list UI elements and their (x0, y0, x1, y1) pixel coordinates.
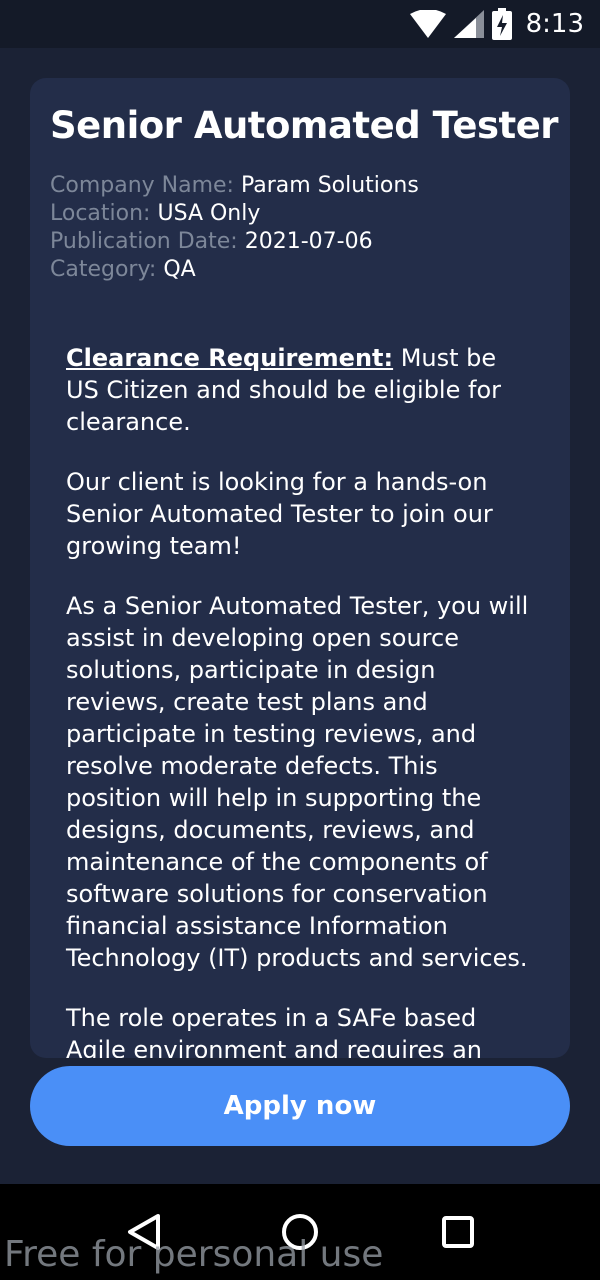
job-meta: Company Name: Param Solutions Location: … (50, 172, 419, 284)
wifi-icon (409, 10, 446, 38)
location-row: Location: USA Only (50, 200, 419, 228)
signal-icon (453, 10, 484, 38)
category-row: Category: QA (50, 256, 419, 284)
date-label: Publication Date: (50, 229, 238, 254)
battery-charging-icon (491, 8, 512, 40)
apply-now-button[interactable]: Apply now (30, 1066, 570, 1146)
location-label: Location: (50, 201, 151, 226)
company-value: Param Solutions (240, 173, 419, 198)
status-time: 8:13 (525, 9, 584, 39)
category-label: Category: (50, 257, 157, 282)
job-description: Clearance Requirement: Must be US Citize… (66, 342, 536, 1058)
location-value: USA Only (157, 201, 261, 226)
category-value: QA (163, 257, 196, 282)
role-paragraph: As a Senior Automated Tester, you will a… (66, 592, 529, 972)
company-row: Company Name: Param Solutions (50, 172, 419, 200)
clearance-paragraph: Clearance Requirement: Must be US Citize… (66, 342, 536, 438)
agile-paragraph: The role operates in a SAFe based Agile … (66, 1004, 483, 1058)
job-title: Senior Automated Tester (50, 104, 559, 147)
status-icons: 8:13 (409, 8, 584, 40)
company-label: Company Name: (50, 173, 234, 198)
job-card[interactable]: Senior Automated Tester Company Name: Pa… (30, 78, 570, 1058)
status-bar: 8:13 (0, 0, 600, 48)
intro-paragraph: Our client is looking for a hands-on Sen… (66, 468, 493, 560)
date-row: Publication Date: 2021-07-06 (50, 228, 419, 256)
clearance-label: Clearance Requirement: (66, 344, 394, 372)
watermark: Free for personal use (4, 1234, 384, 1275)
recents-icon[interactable] (436, 1210, 480, 1254)
date-value: 2021-07-06 (244, 229, 373, 254)
